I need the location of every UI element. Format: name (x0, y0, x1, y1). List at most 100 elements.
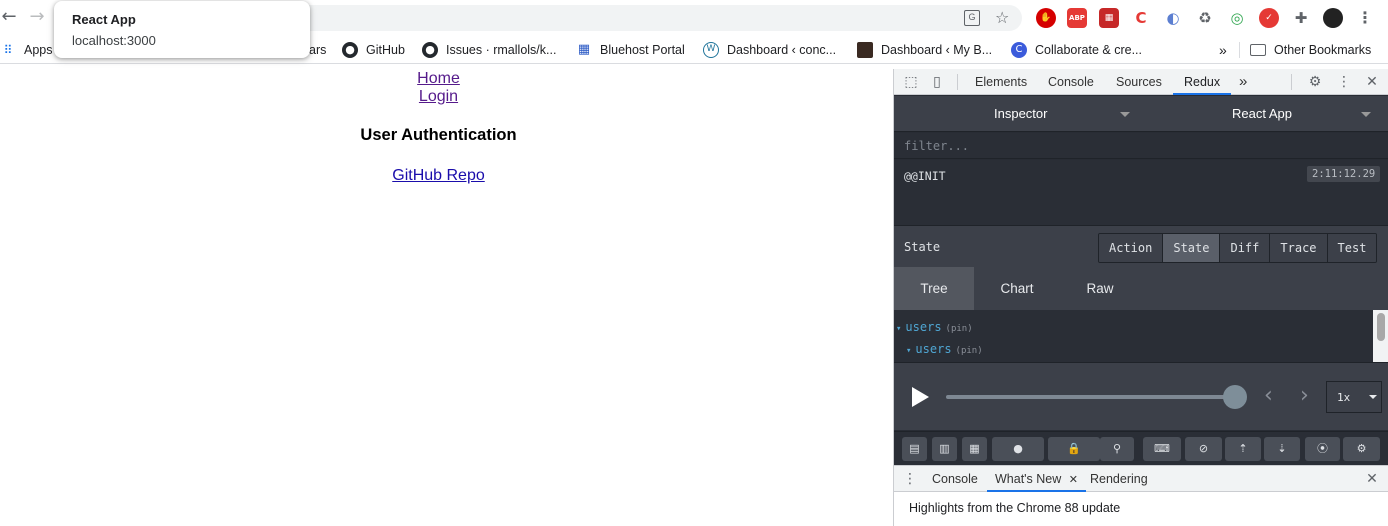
bookmark-label: Collaborate & cre... (1035, 43, 1142, 57)
adblock-icon[interactable]: ✋ (1036, 8, 1056, 28)
tree-node[interactable]: ▾ users (pin) (906, 342, 983, 356)
expand-arrow-icon[interactable]: ▾ (906, 346, 911, 356)
tab-elements[interactable]: Elements (975, 69, 1027, 95)
tree-node[interactable]: ▾ users (pin) (896, 320, 973, 334)
play-icon[interactable] (912, 387, 929, 407)
dock-bottom-icon[interactable]: ▦ (962, 437, 987, 461)
forward-icon[interactable]: → (28, 8, 46, 26)
action-timestamp: 2:11:12.29 (1307, 166, 1381, 182)
settings-gear-icon[interactable]: ⚙ (1343, 437, 1380, 461)
scrollbar-thumb[interactable] (1377, 313, 1385, 341)
slider-track[interactable] (946, 395, 1236, 399)
bookmark-dashboard-myb[interactable]: Dashboard ‹ My B... (857, 42, 992, 58)
pin-icon[interactable]: ⚲ (1100, 437, 1134, 461)
folder-icon (1250, 44, 1266, 56)
back-icon[interactable]: ← (0, 8, 18, 26)
mode-diff[interactable]: Diff (1220, 234, 1271, 262)
chevron-down-icon (1361, 112, 1371, 117)
drawer-tab-console[interactable]: Console (932, 466, 978, 492)
abp-icon[interactable]: ABP (1067, 8, 1087, 28)
keyboard-icon[interactable]: ⌨ (1143, 437, 1181, 461)
devtools-divider (1291, 74, 1292, 90)
tab-sources[interactable]: Sources (1116, 69, 1162, 95)
extension-red-icon[interactable]: ▦ (1099, 8, 1119, 28)
mode-trace[interactable]: Trace (1270, 234, 1328, 262)
extension-green-icon[interactable]: ◎ (1227, 8, 1247, 28)
close-drawer-icon[interactable]: ✕ (1364, 471, 1380, 487)
github-icon: ● (342, 42, 358, 58)
github-icon: ● (422, 42, 438, 58)
inspector-select[interactable]: Inspector (994, 106, 1047, 121)
previous-action-icon[interactable]: ‹ (1264, 383, 1273, 408)
action-filter-input[interactable]: filter... (894, 133, 1388, 159)
device-toolbar-icon[interactable]: ▯ (929, 74, 945, 90)
inspect-element-icon[interactable]: ⬚ (903, 74, 919, 90)
next-action-icon[interactable]: › (1300, 383, 1309, 408)
upload-icon[interactable]: ⇡ (1225, 437, 1261, 461)
chevron-down-icon (1120, 112, 1130, 117)
action-item[interactable]: @@INIT (904, 169, 946, 183)
bookmark-dashboard-conc[interactable]: W Dashboard ‹ conc... (703, 42, 836, 58)
tab-redux[interactable]: Redux (1173, 69, 1232, 95)
state-tree: ▾ users (pin) ▾ users (pin) (894, 310, 1388, 362)
login-link[interactable]: Login (0, 88, 877, 106)
pin-button[interactable]: (pin) (956, 346, 983, 356)
bookmarks-overflow-button[interactable]: » (1219, 42, 1227, 58)
dock-right-icon[interactable]: ▥ (932, 437, 957, 461)
bookmark-partial[interactable]: ars (309, 42, 326, 58)
extension-redux-icon[interactable]: ✓ (1259, 8, 1279, 28)
record-icon[interactable]: ● (992, 437, 1044, 461)
subtab-tree[interactable]: Tree (894, 267, 974, 310)
drawer-menu-icon[interactable]: ⋮ (902, 471, 918, 487)
mode-action[interactable]: Action (1099, 234, 1164, 262)
settings-gear-icon[interactable]: ⚙ (1307, 74, 1323, 90)
extensions-puzzle-icon[interactable]: ✚ (1291, 8, 1311, 28)
pin-button[interactable]: (pin) (946, 324, 973, 334)
github-repo-link[interactable]: GitHub Repo (0, 167, 877, 185)
bookmark-bluehost[interactable]: ▦ Bluehost Portal (576, 42, 685, 58)
lock-icon[interactable]: 🔒 (1048, 437, 1100, 461)
devtools-panel: ⬚ ▯ Elements Console Sources Redux » ⚙ ⋮… (893, 69, 1388, 526)
time-travel-slider: ‹ › 1x (894, 362, 1388, 430)
extension-c-icon[interactable]: C (1131, 8, 1151, 28)
bookmark-other[interactable]: Other Bookmarks (1250, 42, 1371, 58)
bookmark-github[interactable]: ● GitHub (342, 42, 405, 58)
apps-grid-icon: ⠿ (3, 43, 13, 57)
more-tabs-button[interactable]: » (1239, 69, 1247, 95)
tab-console[interactable]: Console (1048, 69, 1094, 95)
bookmark-star-icon[interactable]: ☆ (995, 8, 1009, 27)
wordpress-icon: W (703, 42, 719, 58)
download-icon[interactable]: ⇣ (1264, 437, 1300, 461)
subtab-chart[interactable]: Chart (977, 267, 1057, 310)
subtab-raw[interactable]: Raw (1060, 267, 1140, 310)
slider-handle[interactable] (1223, 385, 1247, 409)
action-list: @@INIT 2:11:12.29 (894, 160, 1388, 225)
devtools-menu-icon[interactable]: ⋮ (1336, 74, 1352, 90)
avatar-icon (857, 42, 873, 58)
state-tree-scrollbar[interactable] (1373, 310, 1388, 362)
bookmarks-divider (1239, 42, 1240, 58)
expand-arrow-icon[interactable]: ▾ (896, 324, 901, 334)
dock-left-icon[interactable]: ▤ (902, 437, 927, 461)
playback-speed-select[interactable]: 1x (1326, 381, 1382, 413)
close-tab-icon[interactable]: ✕ (1069, 473, 1078, 486)
drawer-tab-rendering[interactable]: Rendering (1090, 466, 1148, 492)
recycle-icon[interactable]: ♻ (1195, 8, 1215, 28)
persist-off-icon[interactable]: ⊘ (1185, 437, 1222, 461)
translate-icon[interactable]: G (964, 10, 980, 26)
bookmark-collaborate[interactable]: C Collaborate & cre... (1011, 42, 1142, 58)
remote-icon[interactable]: ⦿ (1305, 437, 1340, 461)
close-devtools-icon[interactable]: ✕ (1364, 74, 1380, 90)
devtools-tab-bar: ⬚ ▯ Elements Console Sources Redux » ⚙ ⋮… (894, 69, 1388, 95)
bookmark-apps[interactable]: ⠿ Apps (0, 42, 53, 58)
instance-select[interactable]: React App (1232, 106, 1292, 121)
home-link[interactable]: Home (0, 70, 877, 88)
bookmark-issues[interactable]: ● Issues · rmallols/k... (422, 42, 556, 58)
drawer-tab-whats-new[interactable]: What's New ✕ (987, 466, 1086, 492)
tab-hover-url: localhost:3000 (72, 33, 156, 48)
profile-avatar-icon[interactable] (1323, 8, 1343, 28)
mode-state[interactable]: State (1163, 234, 1221, 262)
mode-test[interactable]: Test (1327, 234, 1377, 262)
browser-menu-icon[interactable]: ⋮ (1355, 8, 1375, 28)
extension-blue-icon[interactable]: ◐ (1163, 8, 1183, 28)
